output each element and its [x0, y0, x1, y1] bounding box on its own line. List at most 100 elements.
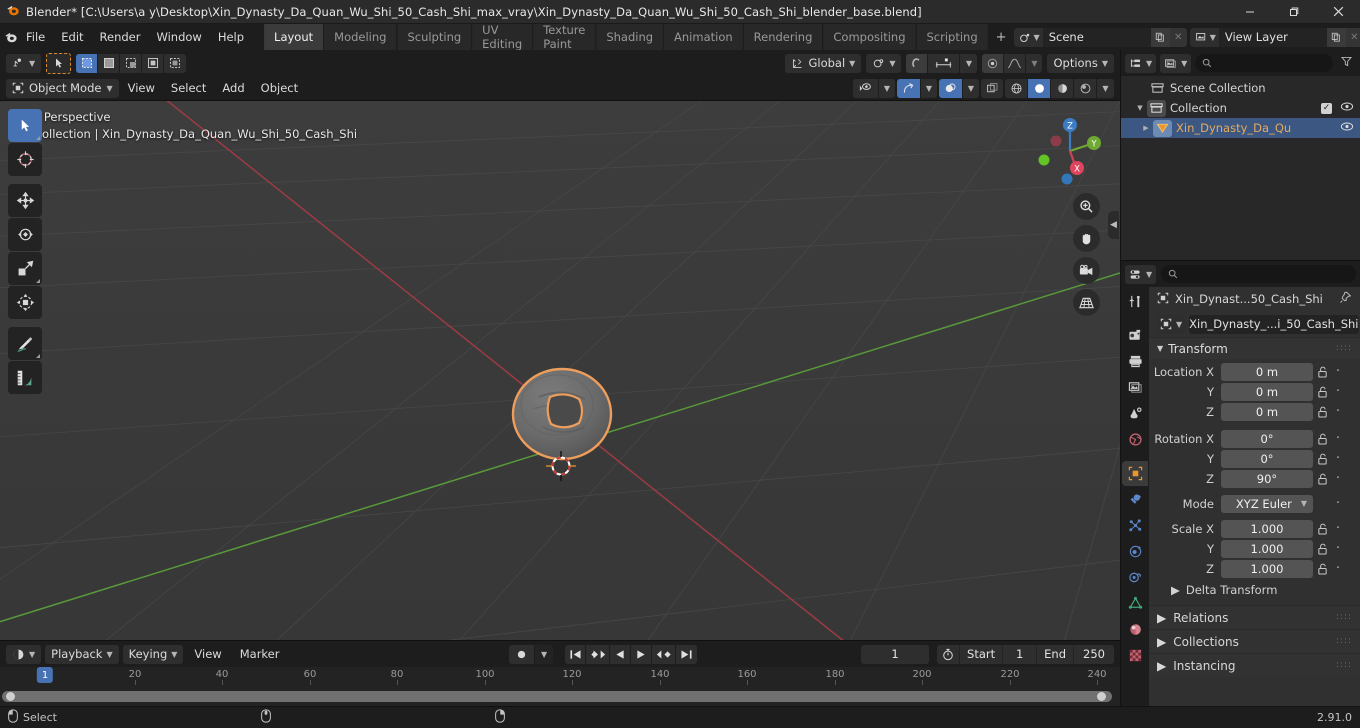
panel-collapse-triangle-icon[interactable]: ▶: [1157, 659, 1166, 673]
panel-collapse-triangle-icon[interactable]: ▶: [1157, 611, 1166, 625]
play-button[interactable]: [631, 644, 653, 664]
minimize-button[interactable]: [1228, 0, 1272, 24]
timeline-ruler[interactable]: 1 20 40 60 80 100 120 140 160 180 200 22…: [0, 667, 1120, 685]
blender-menu-icon[interactable]: [4, 26, 18, 48]
playback-controls[interactable]: [565, 644, 698, 664]
menu-help[interactable]: Help: [210, 27, 252, 47]
panel-collapse-triangle-icon[interactable]: ▶: [1171, 583, 1180, 597]
properties-tab-physics[interactable]: [1122, 539, 1148, 564]
outliner-row-collection[interactable]: ▼ Collection ✓: [1121, 98, 1360, 118]
tab-texture-paint[interactable]: Texture Paint: [533, 24, 596, 50]
delta-transform-subpanel[interactable]: ▶ Delta Transform: [1149, 579, 1360, 600]
visibility-dropdown-chevron-icon[interactable]: ▼: [879, 78, 895, 98]
disclosure-triangle-icon[interactable]: ▼: [1133, 104, 1147, 112]
viewport-menu-object[interactable]: Object: [254, 79, 305, 97]
gizmo-dropdown-chevron-icon[interactable]: ▼: [921, 78, 937, 98]
tab-sculpting[interactable]: Sculpting: [397, 24, 472, 50]
location-x-value[interactable]: 0 m: [1221, 362, 1313, 381]
shading-material-preview-icon[interactable]: [1051, 78, 1074, 98]
jump-prev-keyframe-button[interactable]: [586, 644, 611, 664]
interaction-mode-dropdown[interactable]: Object Mode ▼: [6, 78, 119, 98]
shading-modes-group[interactable]: ▼: [1005, 78, 1114, 98]
proportional-falloff-icon[interactable]: [1004, 53, 1027, 73]
properties-tab-view-layer[interactable]: [1122, 375, 1148, 400]
shading-wireframe-icon[interactable]: [1005, 78, 1028, 98]
shading-solid-icon[interactable]: [1028, 78, 1051, 98]
timeline-menu-keying[interactable]: Keying ▼: [122, 644, 184, 664]
falloff-dropdown-chevron-icon[interactable]: ▼: [1026, 53, 1043, 73]
snap-dropdown-chevron-icon[interactable]: ▼: [960, 53, 978, 73]
properties-tab-constraints[interactable]: [1122, 565, 1148, 590]
proportional-editing-icon[interactable]: [982, 53, 1005, 73]
outliner-search-input[interactable]: [1195, 54, 1333, 72]
tab-animation[interactable]: Animation: [664, 24, 743, 50]
visibility-selectability-group[interactable]: ▼: [853, 78, 895, 98]
viewport-options-dropdown[interactable]: Options ▼: [1047, 53, 1114, 73]
gizmo-group[interactable]: ▼: [897, 78, 937, 98]
proportional-editing-group[interactable]: ▼: [982, 53, 1043, 73]
lock-icon[interactable]: [1313, 523, 1331, 535]
snap-magnet-icon[interactable]: [906, 53, 929, 73]
current-frame-field[interactable]: 1: [861, 644, 930, 664]
object-visibility-icon[interactable]: [853, 78, 879, 98]
overlays-toggle-icon[interactable]: [939, 78, 963, 98]
object-name-field[interactable]: Xin_Dynasty_...i_50_Cash_Shi: [1189, 314, 1359, 334]
rotation-z-value[interactable]: 90°: [1221, 469, 1313, 488]
properties-editor-type-icon[interactable]: ▼: [1125, 264, 1157, 284]
cursor-tool[interactable]: [8, 143, 42, 176]
move-tool[interactable]: [8, 184, 42, 217]
relations-panel[interactable]: ▶ Relations ::::: [1149, 605, 1360, 629]
menu-window[interactable]: Window: [148, 27, 209, 47]
pin-icon[interactable]: [1339, 291, 1352, 307]
viewport-menu-add[interactable]: Add: [215, 79, 251, 97]
xray-toggle-icon[interactable]: [981, 78, 1003, 98]
properties-tab-material[interactable]: [1122, 617, 1148, 642]
animate-property-dot[interactable]: ·: [1331, 542, 1345, 555]
scene-selector[interactable]: ▼ Scene ✕: [1013, 27, 1187, 47]
shading-rendered-icon[interactable]: [1074, 78, 1097, 98]
lock-icon[interactable]: [1313, 453, 1331, 465]
select-extend-icon[interactable]: [98, 53, 121, 73]
3d-viewport[interactable]: User Perspective (1) Collection | Xin_Dy…: [0, 101, 1120, 640]
playhead[interactable]: 1: [36, 667, 54, 683]
location-y-value[interactable]: 0 m: [1221, 382, 1313, 401]
maximize-button[interactable]: [1272, 0, 1316, 24]
auto-frame-range-icon[interactable]: [937, 644, 961, 664]
auto-keying-record-icon[interactable]: [509, 644, 536, 664]
animate-property-dot[interactable]: ·: [1331, 385, 1345, 398]
scale-z-value[interactable]: 1.000: [1221, 559, 1313, 578]
timeline-menu-view[interactable]: View: [187, 645, 228, 663]
lock-icon[interactable]: [1313, 543, 1331, 555]
scale-y-value[interactable]: 1.000: [1221, 539, 1313, 558]
remove-view-layer-button[interactable]: ✕: [1345, 27, 1360, 47]
disclosure-triangle-icon[interactable]: ▶: [1139, 124, 1153, 132]
lock-icon[interactable]: [1313, 433, 1331, 445]
start-frame-value[interactable]: 1: [1003, 644, 1038, 664]
animate-property-dot[interactable]: ·: [1331, 432, 1345, 445]
location-z-value[interactable]: 0 m: [1221, 402, 1313, 421]
transform-orientation-dropdown[interactable]: Global ▼: [785, 53, 862, 73]
overlays-group[interactable]: ▼: [939, 78, 979, 98]
lock-icon[interactable]: [1313, 366, 1331, 378]
tab-layout[interactable]: Layout: [264, 24, 324, 50]
camera-view-icon[interactable]: [1073, 257, 1100, 284]
properties-tab-modifiers[interactable]: [1122, 487, 1148, 512]
properties-tab-particles[interactable]: [1122, 513, 1148, 538]
panel-collapse-triangle-icon[interactable]: ▶: [1157, 635, 1166, 649]
animate-property-dot[interactable]: ·: [1331, 522, 1345, 535]
rotation-y-value[interactable]: 0°: [1221, 449, 1313, 468]
transform-tool[interactable]: [8, 286, 42, 319]
animate-property-dot[interactable]: ·: [1331, 497, 1345, 510]
timeline-horizontal-scrollbar[interactable]: [0, 691, 1120, 702]
sidebar-toggle-arrow-icon[interactable]: ◀: [1108, 211, 1119, 239]
properties-tab-output[interactable]: [1122, 349, 1148, 374]
collection-enable-checkbox[interactable]: ✓: [1321, 102, 1332, 114]
animate-property-dot[interactable]: ·: [1331, 405, 1345, 418]
tab-rendering[interactable]: Rendering: [743, 24, 823, 50]
play-reverse-button[interactable]: [610, 644, 632, 664]
jump-to-start-button[interactable]: [565, 644, 587, 664]
navigation-gizmo[interactable]: Z Y X: [1032, 113, 1108, 189]
properties-tab-scene[interactable]: [1122, 401, 1148, 426]
tab-shading[interactable]: Shading: [596, 24, 664, 50]
scroll-knob-left[interactable]: [6, 692, 15, 701]
